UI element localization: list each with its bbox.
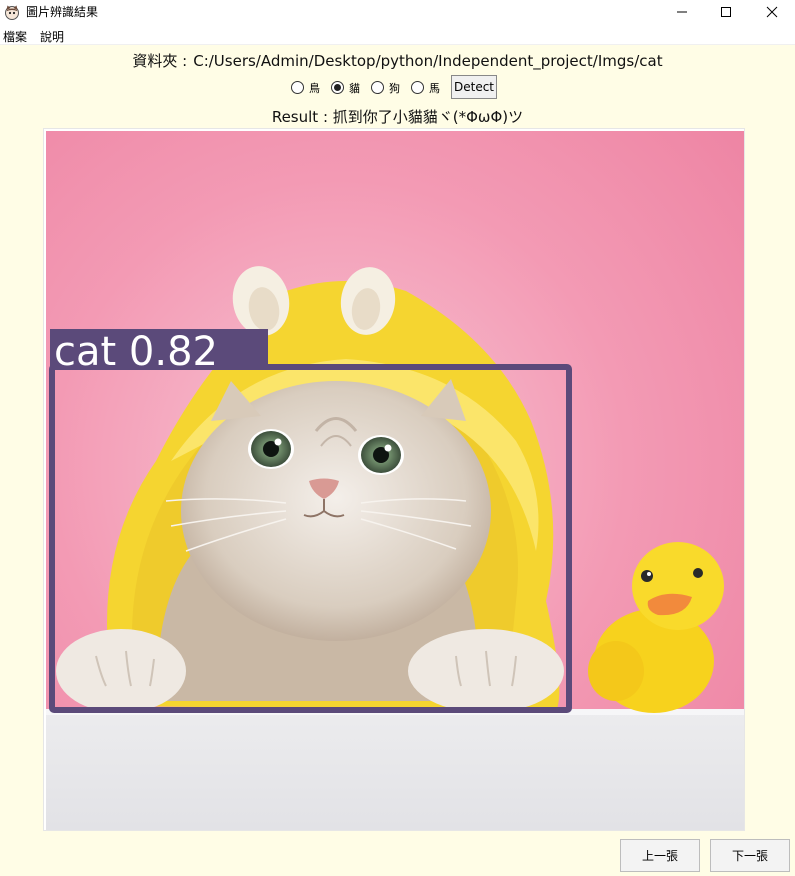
result-text: Result : 抓到你了小貓貓ヾ(*ΦωΦ)ツ [271,108,524,126]
radio-selected-dot [334,84,341,91]
class-selector: 鳥 貓 狗 馬 [0,75,795,99]
prev-image-button[interactable]: 上一張 [620,839,700,872]
radio-circle [411,81,424,94]
minimize-button[interactable] [659,0,705,24]
maximize-button[interactable] [703,0,749,24]
radio-label-bird: 鳥 [309,82,320,95]
close-icon [766,6,778,18]
detect-button[interactable]: Detect [451,75,497,99]
menu-bar: 檔案 說明 [0,24,795,45]
folder-path-line: 資料夾 : C:/Users/Admin/Desktop/python/Indep… [0,50,795,70]
close-button[interactable] [749,0,795,24]
radio-circle [291,81,304,94]
folder-path: C:/Users/Admin/Desktop/python/Independen… [193,52,663,70]
menu-file[interactable]: 檔案 [3,28,27,45]
radio-label-cat: 貓 [349,82,360,95]
radio-label-dog: 狗 [389,82,400,95]
cat-face-icon [5,5,19,20]
maximize-icon [721,7,731,17]
detection-label: cat 0.82 [54,329,218,375]
image-display: cat 0.82 [43,128,745,831]
detection-image: cat 0.82 [46,131,744,830]
radio-circle [371,81,384,94]
next-image-button[interactable]: 下一張 [710,839,790,872]
window-title: 圖片辨識結果 [26,5,99,19]
radio-label-horse: 馬 [429,82,440,95]
title-bar: 圖片辨識結果 [0,0,795,24]
folder-label: 資料夾 : [132,52,188,70]
minimize-icon [677,11,687,13]
menu-help[interactable]: 說明 [40,28,64,45]
